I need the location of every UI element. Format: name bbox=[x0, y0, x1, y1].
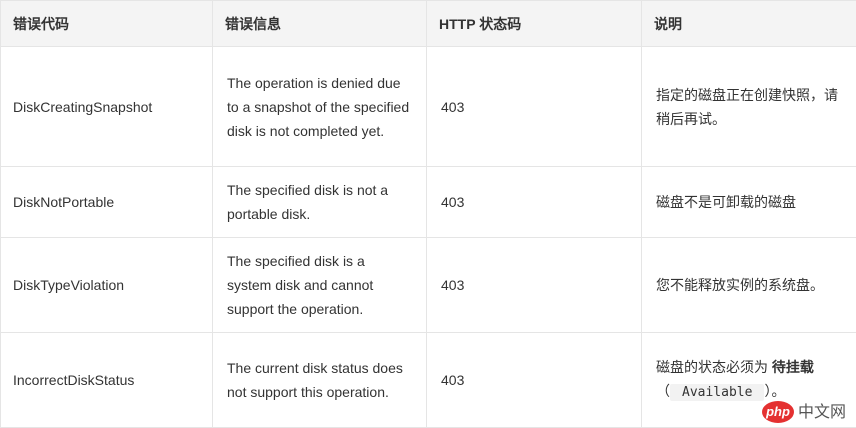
description-cell: 磁盘不是可卸载的磁盘 bbox=[641, 166, 856, 238]
table-header-row: 错误代码 错误信息 HTTP 状态码 说明 bbox=[0, 0, 856, 47]
error-message-cell: The specified disk is not a portable dis… bbox=[212, 166, 427, 238]
error-code-table: 错误代码 错误信息 HTTP 状态码 说明 DiskCreatingSnapsh… bbox=[0, 0, 856, 428]
description-cell: 您不能释放实例的系统盘。 bbox=[641, 237, 856, 333]
paren-close: ）。 bbox=[764, 383, 786, 399]
table-row: DiskCreatingSnapshot The operation is de… bbox=[0, 46, 856, 167]
header-error-code: 错误代码 bbox=[0, 0, 213, 47]
http-status-cell: 403 bbox=[426, 166, 642, 238]
paren-open: （ bbox=[656, 383, 670, 399]
error-message-cell: The specified disk is a system disk and … bbox=[212, 237, 427, 333]
php-logo-icon: php bbox=[762, 401, 794, 423]
error-code-cell: DiskTypeViolation bbox=[0, 237, 213, 333]
php-cn-watermark: php 中文网 bbox=[762, 400, 848, 424]
description-cell: 指定的磁盘正在创建快照，请稍后再试。 bbox=[641, 46, 856, 167]
watermark-text: 中文网 bbox=[798, 402, 847, 421]
error-message-cell: The current disk status does not support… bbox=[212, 332, 427, 428]
header-http-status: HTTP 状态码 bbox=[426, 0, 642, 47]
status-code-available: Available bbox=[670, 384, 765, 401]
table-row: DiskTypeViolation The specified disk is … bbox=[0, 237, 856, 333]
http-status-cell: 403 bbox=[426, 46, 642, 167]
description-text: 磁盘的状态必须为 bbox=[656, 359, 768, 375]
error-code-cell: DiskNotPortable bbox=[0, 166, 213, 238]
table-row: DiskNotPortable The specified disk is no… bbox=[0, 166, 856, 238]
status-pending-mount: 待挂载 bbox=[771, 359, 814, 375]
error-message-cell: The operation is denied due to a snapsho… bbox=[212, 46, 427, 167]
error-code-cell: DiskCreatingSnapshot bbox=[0, 46, 213, 167]
http-status-cell: 403 bbox=[426, 237, 642, 333]
error-code-cell: IncorrectDiskStatus bbox=[0, 332, 213, 428]
header-description: 说明 bbox=[641, 0, 856, 47]
table-row: IncorrectDiskStatus The current disk sta… bbox=[0, 332, 856, 428]
header-error-message: 错误信息 bbox=[212, 0, 427, 47]
http-status-cell: 403 bbox=[426, 332, 642, 428]
